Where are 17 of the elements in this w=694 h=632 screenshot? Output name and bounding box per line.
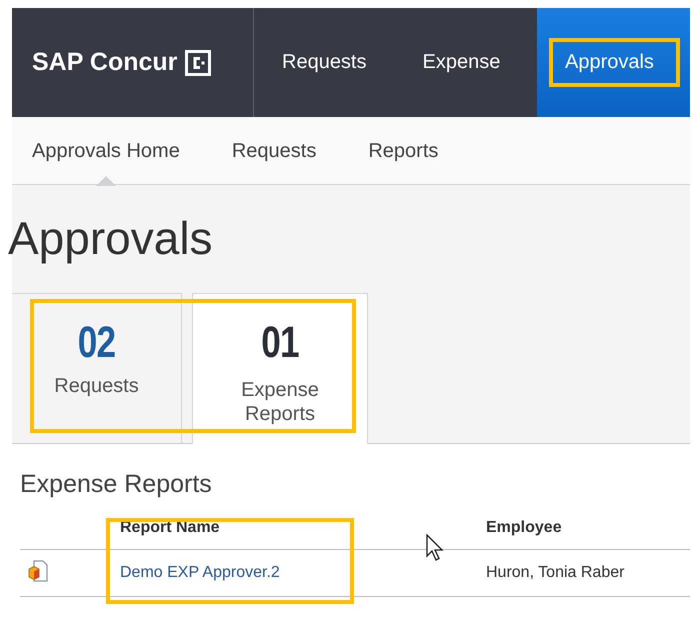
summary-tab[interactable]: 01 Expense Reports [192, 293, 368, 444]
report-icon [28, 558, 48, 582]
summary-tab[interactable]: 02 Requests [12, 293, 182, 443]
table-cell: Huron, Tonia Raber [485, 550, 690, 596]
logo-icon [185, 50, 212, 76]
column-header: Employee [485, 507, 690, 550]
brand-name: SAP Concur [32, 48, 178, 77]
report-link[interactable]: Demo EXP Approver.2 [120, 564, 280, 581]
nav-tab[interactable]: Expense [394, 8, 528, 117]
nav-tab[interactable]: Approvals [537, 8, 690, 117]
subnav-tab[interactable]: Approvals Home [32, 116, 180, 184]
page-title: Approvals [8, 211, 214, 266]
nav-tab[interactable]: Requests [254, 8, 394, 117]
cursor-icon [426, 534, 446, 562]
subnav-tab[interactable]: Requests [232, 116, 316, 184]
subnav-tab[interactable]: Reports [368, 116, 438, 184]
section-title: Expense Reports [20, 470, 213, 499]
